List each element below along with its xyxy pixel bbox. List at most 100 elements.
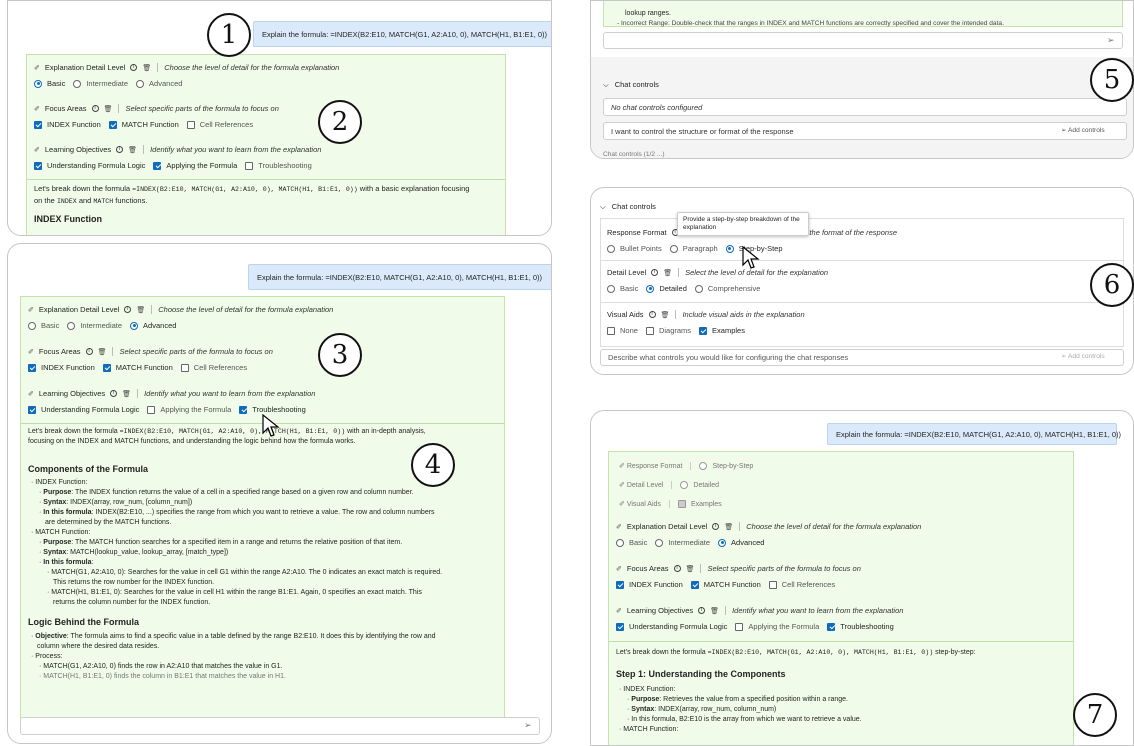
user-message-bubble: Explain the formula: =INDEX(B2:E10, MATC… [827,423,1121,445]
callout-2: 2 [318,100,362,144]
chat-input[interactable] [20,717,540,735]
info-icon[interactable]: i [110,390,118,397]
controls-request-input[interactable]: Describe what controls you would like fo… [600,349,1124,366]
no-controls-message: No chat controls configured [603,98,1127,116]
radio-intermediate[interactable]: Intermediate [655,538,710,547]
info-icon[interactable]: i [651,269,659,276]
panel-6: ⌵Chat controls Response Formati🗑Choose t… [590,187,1134,375]
radio-basic[interactable]: Basic [607,284,638,293]
info-icon[interactable]: i [91,105,99,112]
pin-icon[interactable]: ✐ [34,64,40,72]
summary-format[interactable]: ✐ Response Format Step-by-Step [619,462,753,472]
checkbox-match[interactable]: MATCH Function [690,580,761,589]
add-controls-button[interactable]: ➢ Add controls [1061,352,1105,362]
checkbox-cellrefs[interactable]: Cell References [180,363,247,372]
add-controls-button[interactable]: ➢ Add controls [1061,126,1105,136]
assistant-response: Let's break down the formula =INDEX(B2:E… [616,649,976,656]
trash-icon[interactable]: 🗑 [661,311,670,319]
trash-icon[interactable]: 🗑 [136,306,145,314]
checkbox-cellrefs[interactable]: Cell References [186,120,253,129]
checkbox-applying[interactable]: Applying the Formula [147,405,231,414]
chat-controls-toggle[interactable]: ⌵ Chat controls [603,80,659,90]
panel-5: lookup ranges. - Incorrect Range: Double… [590,0,1134,159]
tooltip: Provide a step-by-step breakdown of the … [677,212,809,236]
callout-4: 4 [411,443,455,487]
radio-intermediate[interactable]: Intermediate [73,79,128,88]
heading-components: Components of the Formula [28,464,148,474]
trash-icon[interactable]: 🗑 [122,390,131,398]
controls-request-input[interactable]: I want to control the structure or forma… [603,122,1127,140]
checkbox-logic[interactable]: Understanding Formula Logic [616,622,727,631]
info-icon[interactable]: i [116,146,124,153]
radio-comprehensive[interactable]: Comprehensive [694,284,760,293]
pin-icon[interactable]: ✐ [34,105,40,113]
radio-basic[interactable]: Basic [34,79,65,88]
checkbox-diagrams[interactable]: Diagrams [645,326,691,335]
chevron-down-icon: ⌵ [600,202,606,211]
checkbox-applying[interactable]: Applying the Formula [153,161,237,170]
checkbox-examples[interactable]: Examples [699,326,745,335]
mouse-cursor-icon [262,414,280,437]
checkbox-index[interactable]: INDEX Function [34,120,101,129]
info-icon[interactable]: i [130,64,138,71]
pin-icon[interactable]: ✐ [28,306,34,314]
checkbox-none[interactable]: None [607,326,638,335]
radio-advanced[interactable]: Advanced [718,538,764,547]
callout-5: 5 [1090,58,1134,102]
checkbox-match[interactable]: MATCH Function [102,363,173,372]
radio-intermediate[interactable]: Intermediate [67,321,122,330]
checkbox-cellrefs[interactable]: Cell References [768,580,835,589]
info-icon[interactable]: i [698,607,706,614]
checkbox-applying[interactable]: Applying the Formula [735,622,819,631]
info-icon[interactable]: i [712,523,720,530]
trash-icon[interactable]: 🗑 [724,523,733,531]
trash-icon[interactable]: 🗑 [142,64,151,72]
info-icon[interactable]: i [85,348,93,355]
radio-basic[interactable]: Basic [28,321,59,330]
trash-icon[interactable]: 🗑 [98,348,107,356]
user-message-bubble: Explain the formula: =INDEX(B2:E10, MATC… [253,21,551,47]
send-icon[interactable]: ➢ [1107,35,1115,46]
info-icon[interactable]: i [124,306,132,313]
panel-7: Explain the formula: =INDEX(B2:E10, MATC… [590,410,1134,746]
checkbox-index[interactable]: INDEX Function [616,580,683,589]
pin-icon[interactable]: ✐ [28,348,34,356]
info-icon[interactable]: i [648,311,656,318]
info-icon[interactable]: i [673,565,681,572]
radio-paragraph[interactable]: Paragraph [669,244,718,253]
checkbox-troubleshooting[interactable]: Troubleshooting [239,405,306,414]
radio-bullet-points[interactable]: Bullet Points [607,244,662,253]
pin-icon[interactable]: ✐ [28,390,34,398]
checkbox-troubleshooting[interactable]: Troubleshooting [245,161,312,170]
controls-block: ✐ Explanation Detail Level i 🗑 Choose the le… [26,54,506,235]
radio-basic[interactable]: Basic [616,538,647,547]
summary-visual[interactable]: ✐ Visual Aids Examples [619,500,722,510]
pin-icon[interactable]: ✐ [616,523,622,531]
trash-icon[interactable]: 🗑 [104,105,113,113]
control-header-detail: ✐ Explanation Detail Level i 🗑 Choose the le… [616,522,922,531]
trash-icon[interactable]: 🗑 [710,607,719,615]
pin-icon[interactable]: ✐ [616,607,622,615]
panel-2: Explain the formula: =INDEX(B2:E10, MATC… [7,243,552,744]
pin-icon[interactable]: ✐ [616,565,622,573]
checkbox-match[interactable]: MATCH Function [108,120,179,129]
callout-3: 3 [318,333,362,377]
checkbox-logic[interactable]: Understanding Formula Logic [28,405,139,414]
radio-detailed[interactable]: Detailed [646,284,687,293]
pin-icon[interactable]: ✐ [34,146,40,154]
control-header-learning: ✐ Learning Objectives i 🗑 Identify what you … [28,389,316,398]
checkbox-index[interactable]: INDEX Function [28,363,95,372]
radio-advanced[interactable]: Advanced [136,79,182,88]
chat-input[interactable] [603,32,1123,49]
trash-icon[interactable]: 🗑 [663,269,672,277]
chat-controls-toggle[interactable]: ⌵ Chat controls [600,202,656,212]
summary-detail[interactable]: ✐ Detail Level Detailed [619,481,719,491]
radio-advanced[interactable]: Advanced [130,321,176,330]
send-icon[interactable]: ➢ [524,720,532,731]
checkbox-logic[interactable]: Understanding Formula Logic [34,161,145,170]
trash-icon[interactable]: 🗑 [128,146,137,154]
response-heading: INDEX Function [34,214,102,224]
checkbox-troubleshooting[interactable]: Troubleshooting [827,622,894,631]
pin-icon: ✐ [619,501,627,508]
trash-icon[interactable]: 🗑 [686,565,695,573]
